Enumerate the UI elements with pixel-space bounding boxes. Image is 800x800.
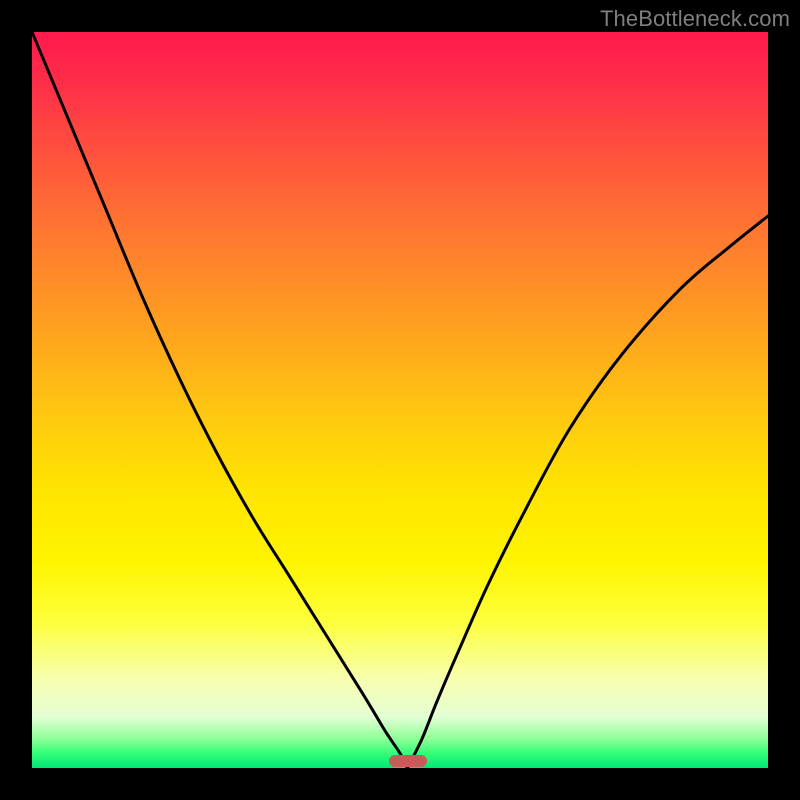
- watermark-text: TheBottleneck.com: [600, 6, 790, 32]
- left-curve: [32, 32, 407, 768]
- plot-area: [32, 32, 768, 768]
- right-curve: [407, 216, 768, 768]
- curve-layer: [32, 32, 768, 768]
- chart-frame: TheBottleneck.com: [0, 0, 800, 800]
- optimal-marker: [389, 755, 427, 767]
